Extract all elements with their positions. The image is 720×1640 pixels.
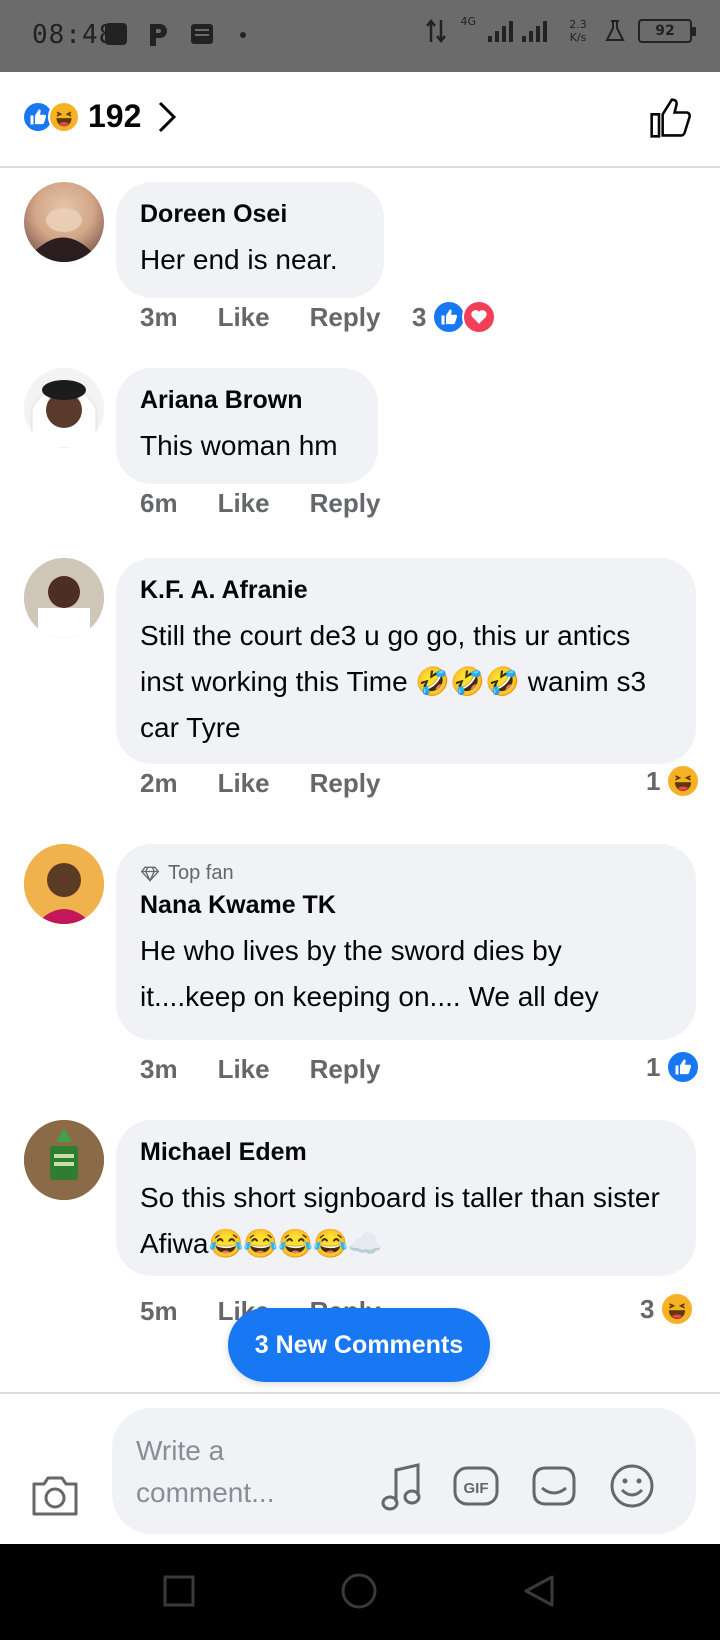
new-comments-button[interactable]: 3 New Comments (228, 1308, 490, 1382)
avatar[interactable] (24, 182, 104, 262)
music-icon[interactable] (380, 1462, 424, 1512)
comment-bubble[interactable]: Top fan Nana Kwame TK He who lives by th… (116, 844, 696, 1040)
status-bar: 08:48 4G 2.3 K/s 92 (0, 0, 720, 72)
comment-text: Still the court de3 u go go, this ur ant… (140, 620, 647, 743)
recents-button-icon[interactable] (162, 1574, 196, 1608)
comment-time: 3m (140, 1054, 178, 1084)
network-speed: 2.3 K/s (569, 18, 587, 44)
comment-time: 2m (140, 768, 178, 798)
data-transfer-icon (426, 18, 447, 44)
diamond-icon (140, 866, 160, 882)
emoji-icon[interactable] (608, 1462, 656, 1510)
back-button-icon[interactable] (522, 1574, 556, 1608)
comment-actions: 6m Like Reply (140, 488, 420, 519)
comment-reaction-count: 3 (640, 1293, 655, 1324)
like-button[interactable]: Like (218, 1054, 270, 1085)
comment-author[interactable]: Michael Edem (140, 1138, 672, 1167)
network-type: 4G (460, 14, 476, 28)
dot-icon (240, 32, 246, 38)
message-notification-icon (191, 24, 213, 44)
reaction-count: 192 (88, 98, 142, 134)
comment-text: Her end is near. (140, 244, 338, 275)
comment-time: 5m (140, 1296, 178, 1326)
love-icon (462, 300, 497, 334)
comment-reactions[interactable]: 3 (640, 1292, 695, 1326)
sticker-icon[interactable] (530, 1462, 578, 1510)
comment-actions: 3m Like Reply (140, 1054, 420, 1085)
like-icon (666, 1050, 701, 1084)
haha-icon (660, 1292, 695, 1326)
avatar[interactable] (24, 368, 104, 448)
comment-bubble[interactable]: Michael Edem So this short signboard is … (116, 1120, 696, 1276)
comment-text: He who lives by the sword dies by it....… (140, 935, 599, 1012)
comment-author[interactable]: Ariana Brown (140, 386, 354, 415)
top-fan-label: Top fan (168, 862, 234, 884)
haha-icon (48, 100, 80, 133)
avatar[interactable] (24, 558, 104, 638)
status-time: 08:48 (32, 20, 116, 50)
avatar[interactable] (24, 844, 104, 924)
comment-bubble[interactable]: Doreen Osei Her end is near. (116, 182, 384, 298)
avatar[interactable] (24, 1120, 104, 1200)
comment-reaction-count: 1 (646, 1051, 661, 1082)
comment-composer: Write a comment... GIF (0, 1392, 720, 1544)
battery-indicator: 92 (638, 19, 696, 43)
camera-icon[interactable] (30, 1474, 80, 1518)
reply-button[interactable]: Reply (310, 302, 381, 333)
signal-icon (488, 21, 547, 42)
comment-reaction-count: 3 (412, 301, 427, 332)
comment-text: So this short signboard is taller than s… (140, 1182, 660, 1259)
p-notification-icon (150, 24, 167, 46)
comment-time: 3m (140, 302, 178, 332)
comment-actions: 2m Like Reply (140, 768, 420, 799)
like-button[interactable]: Like (218, 768, 270, 799)
chevron-right-icon (159, 101, 177, 132)
comment-placeholder: Write a comment... (136, 1435, 275, 1508)
comment-reaction-count: 1 (646, 765, 661, 796)
comment-author[interactable]: K.F. A. Afranie (140, 576, 672, 605)
comment-time: 6m (140, 488, 178, 518)
svg-text:GIF: GIF (464, 1480, 489, 1497)
sheet-header: 192 (0, 72, 720, 168)
comment-bubble[interactable]: Ariana Brown This woman hm (116, 368, 378, 484)
comment-reactions[interactable]: 1 (646, 1050, 701, 1084)
comment-author[interactable]: Nana Kwame TK (140, 891, 672, 920)
like-icon (432, 300, 467, 334)
like-outline-icon[interactable] (648, 96, 692, 140)
comment-reactions[interactable]: 3 (412, 300, 497, 334)
home-button-icon[interactable] (340, 1572, 378, 1610)
comment-reactions[interactable]: 1 (646, 764, 701, 798)
like-button[interactable]: Like (218, 488, 270, 519)
reply-button[interactable]: Reply (310, 488, 381, 519)
comment-author[interactable]: Doreen Osei (140, 200, 360, 229)
like-button[interactable]: Like (218, 302, 270, 333)
system-nav-bar (0, 1544, 720, 1640)
reply-button[interactable]: Reply (310, 768, 381, 799)
status-right: 4G 2.3 K/s 92 (424, 14, 696, 44)
comment-input[interactable]: Write a comment... GIF (112, 1408, 696, 1534)
top-fan-badge: Top fan (140, 862, 672, 885)
square-notification-icon (105, 23, 127, 45)
comment-text: This woman hm (140, 430, 338, 461)
comment-actions: 3m Like Reply (140, 302, 420, 333)
haha-icon (666, 764, 701, 798)
flask-icon (605, 20, 625, 41)
reply-button[interactable]: Reply (310, 1054, 381, 1085)
comment-bubble[interactable]: K.F. A. Afranie Still the court de3 u go… (116, 558, 696, 764)
reactions-summary[interactable]: 192 (22, 98, 177, 135)
gif-icon[interactable]: GIF (452, 1462, 500, 1510)
